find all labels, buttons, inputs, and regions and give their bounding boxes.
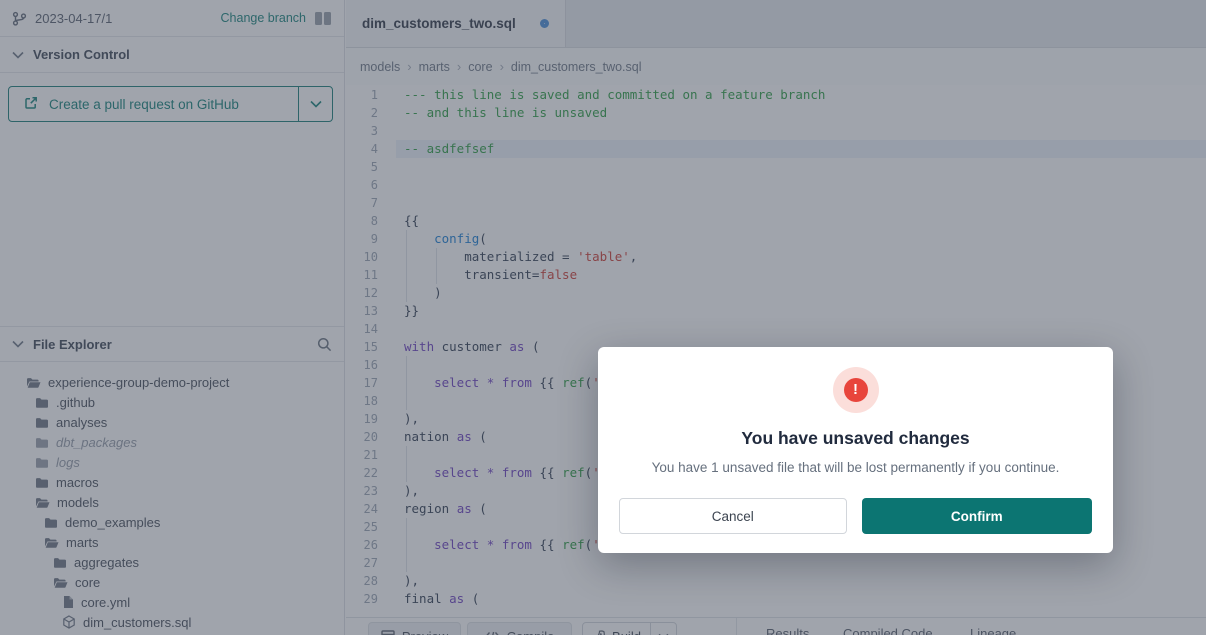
modal-title: You have unsaved changes [598,428,1113,449]
confirm-button[interactable]: Confirm [862,498,1092,534]
modal-message: You have 1 unsaved file that will be los… [598,460,1113,475]
alert-icon-ring: ! [833,367,879,413]
modal-actions: Cancel Confirm [619,498,1092,534]
cancel-button[interactable]: Cancel [619,498,847,534]
alert-icon: ! [844,378,868,402]
unsaved-changes-modal: ! You have unsaved changes You have 1 un… [598,347,1113,553]
